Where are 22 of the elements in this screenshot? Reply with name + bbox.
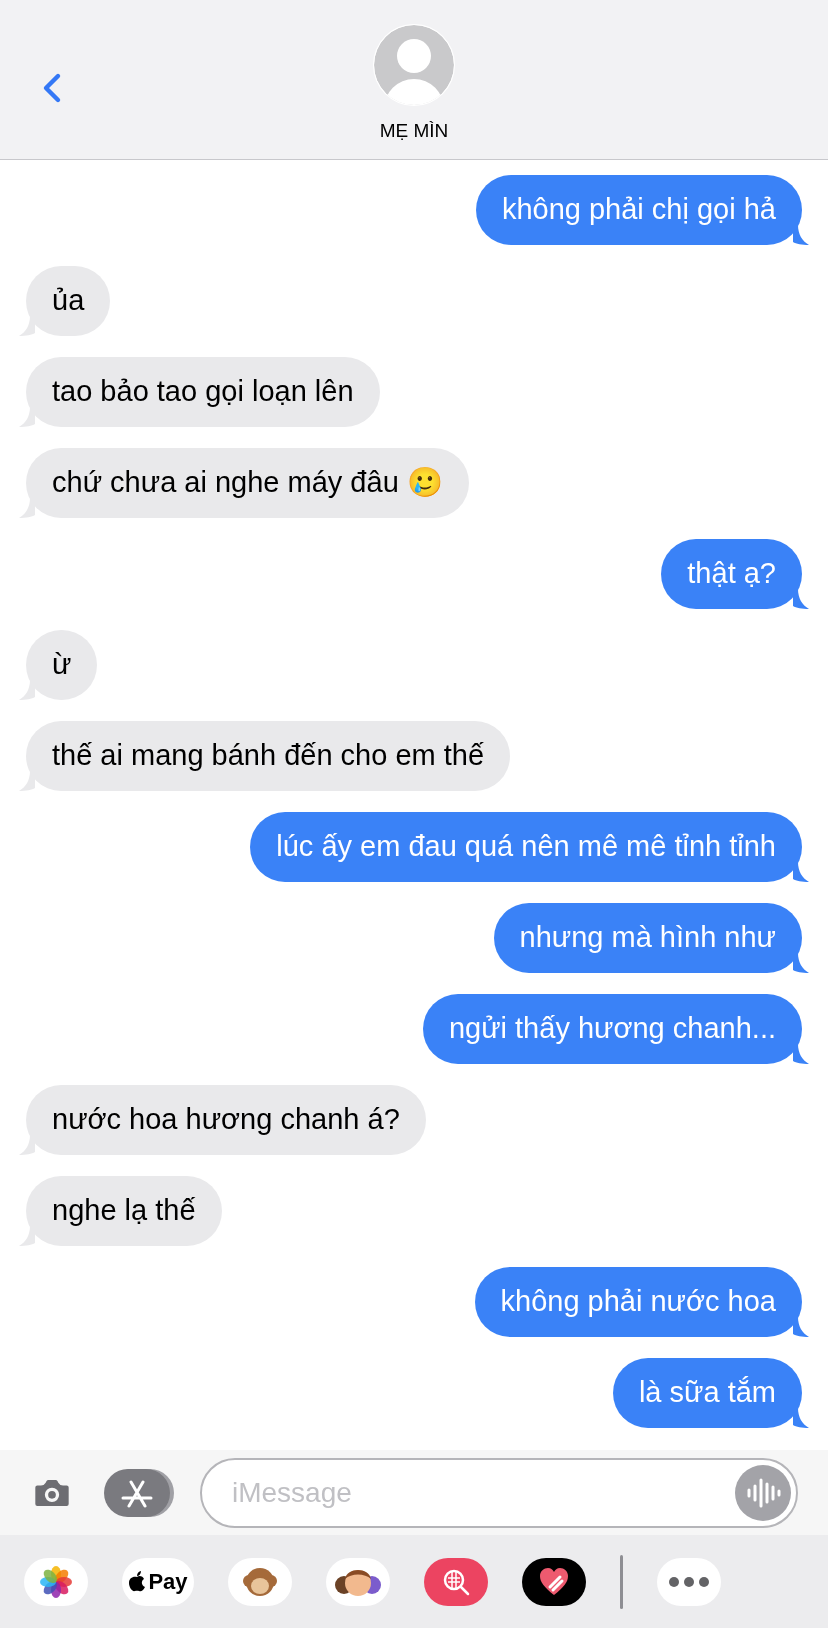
photos-app-button[interactable] — [24, 1557, 88, 1606]
flower-icon — [39, 1564, 73, 1599]
bubble-tail — [793, 862, 809, 882]
heart-icon — [538, 1566, 570, 1597]
bubble-tail — [793, 589, 809, 609]
bubble-tail — [793, 1317, 809, 1337]
apple-logo-icon — [128, 1570, 147, 1593]
heart-app-button[interactable] — [522, 1557, 586, 1606]
message-input-field[interactable]: iMessage — [200, 1457, 798, 1528]
voice-input-icon[interactable] — [735, 1464, 791, 1521]
bubble-tail — [793, 1408, 809, 1428]
apple-pay-button[interactable]: Pay — [122, 1557, 194, 1606]
animoji-app-button[interactable] — [228, 1557, 292, 1606]
contact-name[interactable]: MẸ MÌN — [379, 116, 449, 145]
bubble-tail — [793, 953, 809, 973]
more-apps-button[interactable] — [657, 1557, 721, 1606]
bubble-tail — [793, 225, 809, 245]
bubble-tail — [793, 1044, 809, 1064]
app-store-button[interactable] — [104, 1468, 170, 1517]
image-search-button[interactable] — [424, 1557, 488, 1606]
more-icon — [669, 1576, 709, 1587]
memoji-app-button[interactable] — [326, 1557, 390, 1606]
